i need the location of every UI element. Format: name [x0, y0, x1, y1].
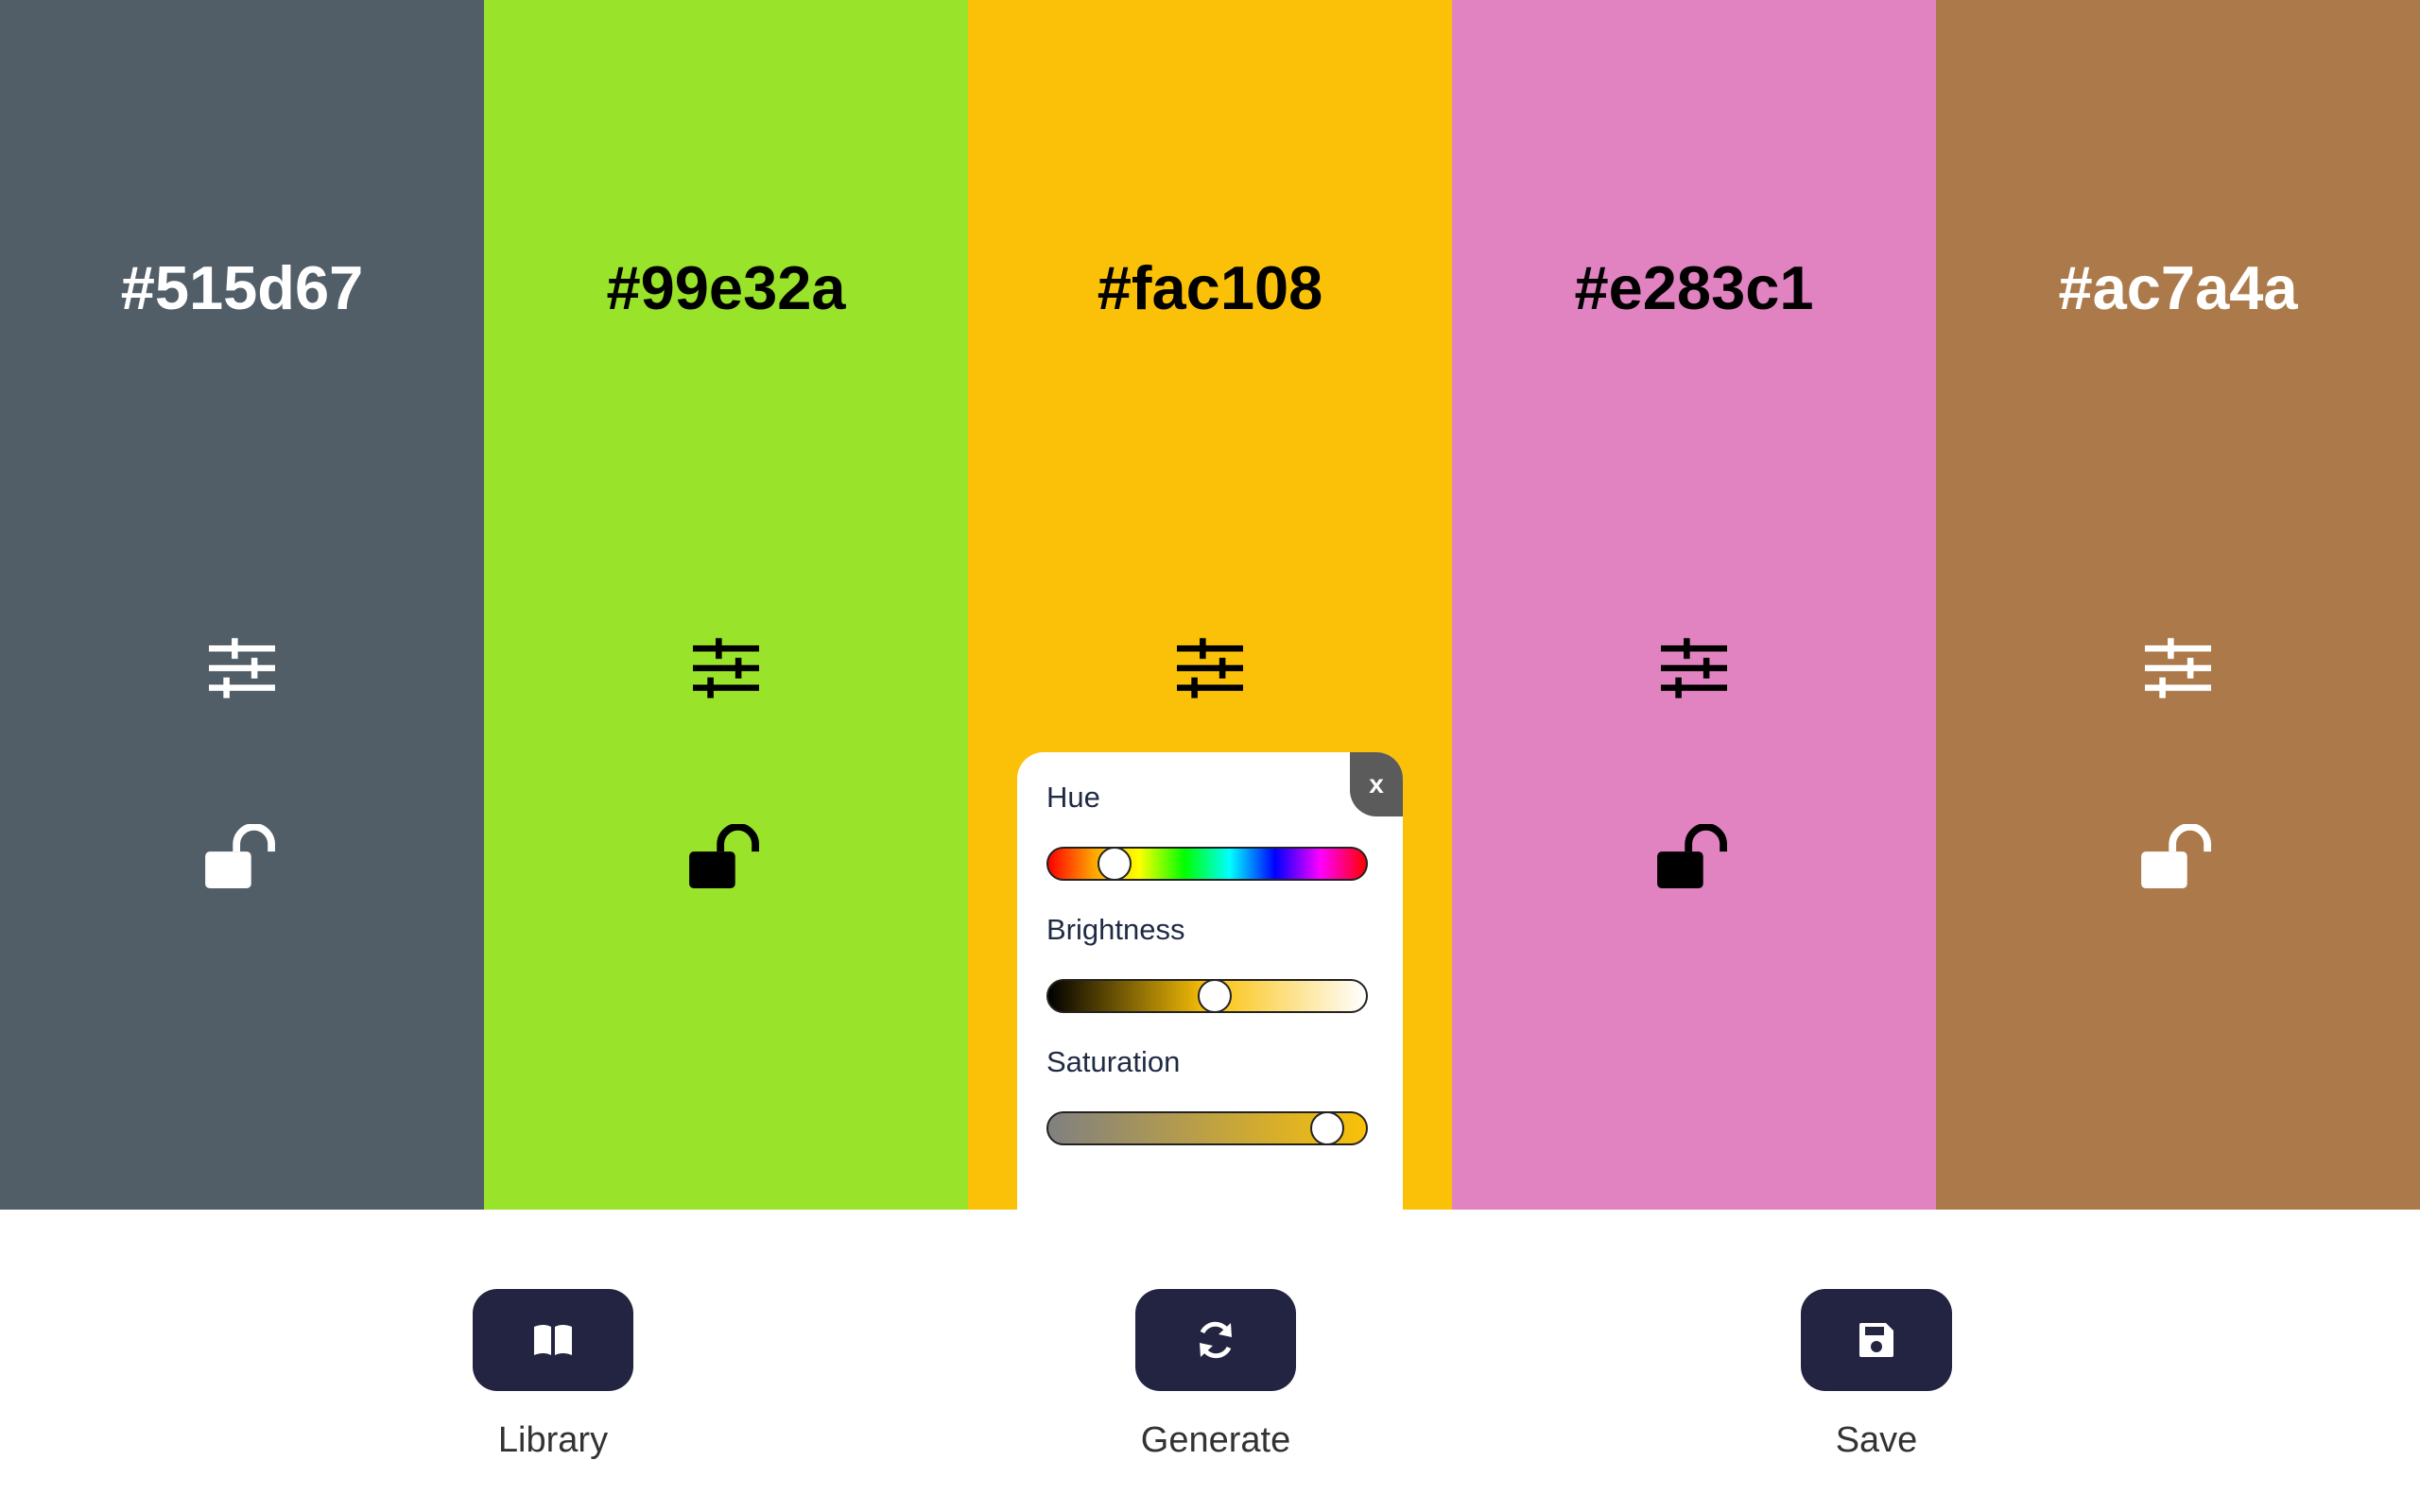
adjust-sliders-icon[interactable]	[1177, 635, 1243, 701]
close-panel-button[interactable]: x	[1350, 752, 1403, 816]
hex-label[interactable]: #e283c1	[1452, 248, 1936, 328]
hex-label[interactable]: #515d67	[0, 248, 484, 328]
save-action: Save	[1801, 1289, 1952, 1461]
refresh-icon	[1200, 1321, 1232, 1359]
book-open-icon	[534, 1325, 572, 1355]
brightness-slider-thumb[interactable]	[1198, 979, 1233, 1013]
adjust-sliders-icon[interactable]	[2145, 635, 2211, 701]
save-label: Save	[1835, 1420, 1918, 1460]
unlock-icon[interactable]	[1657, 824, 1731, 890]
color-swatch[interactable]: #ac7a4a	[1936, 0, 2420, 1210]
library-action: Library	[473, 1289, 633, 1461]
generate-action: Generate	[1135, 1289, 1296, 1461]
library-button[interactable]	[473, 1289, 633, 1391]
hue-slider[interactable]	[1046, 847, 1368, 881]
color-swatch[interactable]: #e283c1	[1452, 0, 1936, 1210]
color-adjust-panel: x Hue Brightness Saturation	[1017, 752, 1403, 1210]
action-bar: Library Generate Save	[0, 1210, 2420, 1512]
unlock-icon[interactable]	[205, 824, 279, 890]
unlock-icon[interactable]	[2141, 824, 2215, 890]
hex-label[interactable]: #99e32a	[484, 248, 968, 328]
adjust-sliders-icon[interactable]	[693, 635, 759, 701]
saturation-slider-thumb[interactable]	[1309, 1111, 1344, 1145]
library-label: Library	[497, 1420, 609, 1460]
hue-label: Hue	[1046, 781, 1100, 814]
adjust-sliders-icon[interactable]	[1661, 635, 1727, 701]
hex-label[interactable]: #fac108	[968, 248, 1452, 328]
color-swatch[interactable]: #515d67	[0, 0, 484, 1210]
saturation-label: Saturation	[1046, 1045, 1181, 1078]
generate-button[interactable]	[1135, 1289, 1296, 1391]
save-button[interactable]	[1801, 1289, 1952, 1391]
brightness-slider[interactable]	[1046, 979, 1368, 1013]
color-swatch[interactable]: #99e32a	[484, 0, 968, 1210]
hex-label[interactable]: #ac7a4a	[1936, 248, 2420, 328]
saturation-slider[interactable]	[1046, 1111, 1368, 1145]
unlock-icon[interactable]	[689, 824, 763, 890]
hue-slider-thumb[interactable]	[1097, 847, 1132, 881]
adjust-sliders-icon[interactable]	[209, 635, 275, 701]
brightness-label: Brightness	[1046, 913, 1185, 946]
floppy-disk-icon	[1859, 1323, 1893, 1357]
generate-label: Generate	[1140, 1420, 1291, 1460]
